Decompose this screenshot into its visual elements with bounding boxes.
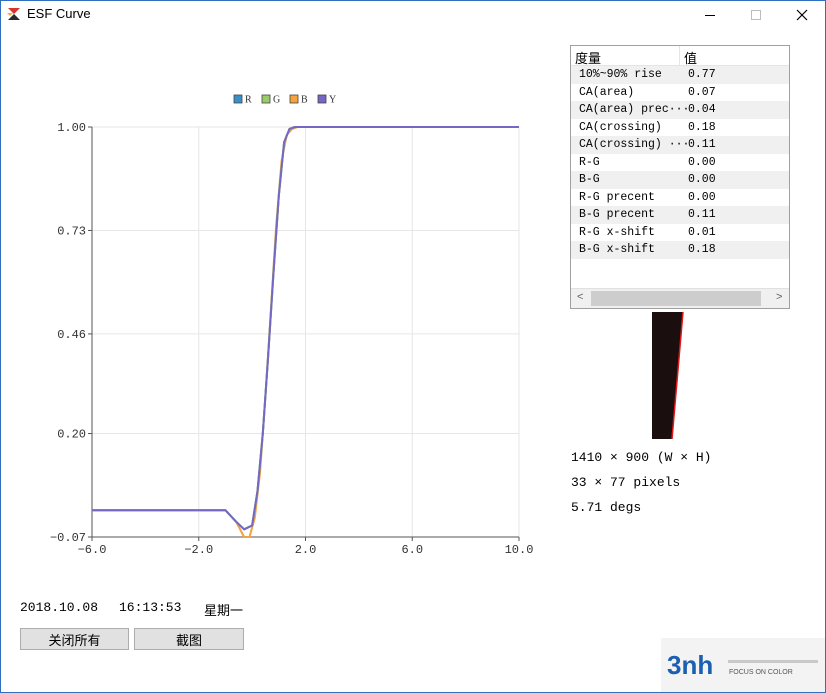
metric-name: B-G precent (579, 208, 655, 221)
edge-angle: 5.71 degs (571, 500, 642, 515)
brand-logo-icon: 3nh FOCUS ON COLOR (667, 650, 818, 680)
x-tick-label: −6.0 (78, 543, 107, 557)
edge-preview-image (652, 312, 688, 439)
metric-name: CA(area) prec··· (579, 103, 690, 116)
metric-name: B-G (579, 173, 600, 186)
roi-size: 33 × 77 pixels (571, 475, 681, 490)
metric-row[interactable]: R-G 0.00 (571, 154, 789, 172)
x-tick-label: 2.0 (295, 543, 317, 557)
svg-text:3nh: 3nh (667, 650, 713, 680)
scroll-right-arrow-icon[interactable]: > (776, 291, 782, 303)
metric-row[interactable]: CA(crossing) ··· 0.11 (571, 136, 789, 154)
metric-name: CA(area) (579, 85, 635, 99)
metric-value: 0.01 (688, 225, 716, 239)
metric-value: 0.00 (688, 190, 716, 204)
esf-curve-window: ESF Curve −6.0 −2.0 2.0 6.0 10.0 1.00 0.73 0.46… (0, 0, 826, 693)
y-tick-label: 0.73 (57, 224, 86, 238)
legend-label-b: B (301, 95, 308, 106)
y-tick-label: 1.00 (57, 121, 86, 135)
legend-label-g: G (273, 95, 280, 106)
metric-name: R-G x-shift (579, 225, 655, 239)
metric-value: 0.00 (688, 155, 716, 169)
app-logo-icon (7, 8, 20, 20)
metric-name: CA(crossing) ··· (579, 138, 690, 151)
metric-name: B-G x-shift (579, 243, 655, 256)
metrics-header: 度量 值 (571, 46, 789, 66)
metric-value: 0.18 (688, 120, 716, 134)
metric-name-header: 度量 (575, 51, 602, 66)
legend-swatch-b (289, 94, 299, 104)
metric-row[interactable]: CA(area) prec··· 0.04 (571, 101, 789, 119)
y-tick-label: 0.20 (57, 428, 86, 442)
metric-row[interactable]: B-G x-shift 0.18 (571, 241, 789, 259)
scrollbar-thumb[interactable] (591, 291, 761, 306)
legend-label-r: R (245, 95, 252, 106)
metric-value: 0.07 (688, 85, 716, 99)
status-time: 16:13:53 (119, 600, 182, 615)
metric-name: R-G (579, 155, 600, 169)
chart-legend[interactable]: RGBY (233, 94, 336, 106)
metric-row[interactable]: CA(area) 0.07 (571, 84, 789, 102)
y-tick-label: 0.46 (57, 328, 86, 342)
metric-row[interactable]: B-G 0.00 (571, 171, 789, 189)
x-tick-label: −2.0 (184, 543, 213, 557)
legend-label-y: Y (329, 95, 336, 106)
image-resolution: 1410 × 900 (W × H) (571, 450, 712, 465)
metric-value-header: 值 (684, 51, 698, 66)
3nh-logo: 3nh FOCUS ON COLOR (661, 638, 825, 692)
metric-value: 0.04 (688, 103, 716, 116)
maximize-icon (751, 10, 761, 20)
header-divider (679, 46, 680, 65)
legend-swatch-g (261, 94, 271, 104)
metric-name: CA(crossing) (579, 120, 662, 134)
metric-name: R-G precent (579, 190, 655, 204)
metric-value: 0.18 (688, 243, 716, 256)
screenshot-button[interactable]: 截图 (134, 628, 244, 650)
minimize-button[interactable] (687, 1, 733, 29)
maximize-button[interactable] (733, 1, 779, 29)
x-tick-label: 10.0 (505, 543, 534, 557)
metric-value: 0.00 (688, 173, 716, 186)
x-tick-label: 6.0 (401, 543, 423, 557)
status-date: 2018.10.08 (20, 600, 99, 615)
metric-value: 0.11 (688, 208, 716, 221)
metric-name: 10%~90% rise (579, 68, 662, 81)
title-bar[interactable]: ESF Curve (1, 1, 825, 29)
window-title: ESF Curve (27, 6, 91, 21)
metric-value: 0.11 (688, 138, 716, 151)
horizontal-scrollbar[interactable]: < > (571, 288, 789, 308)
legend-swatch-r (233, 94, 243, 104)
chart-grid (91, 126, 520, 538)
metric-row[interactable]: 10%~90% rise 0.77 (571, 66, 789, 84)
close-all-button[interactable]: 关闭所有 (20, 628, 129, 650)
scroll-left-arrow-icon[interactable]: < (577, 291, 583, 303)
minimize-icon (705, 15, 715, 16)
y-tick-label: −0.07 (50, 531, 86, 545)
close-button[interactable] (779, 1, 825, 29)
metric-row[interactable]: B-G precent 0.11 (571, 206, 789, 224)
close-icon (796, 9, 808, 21)
metrics-table[interactable]: 度量 值 10%~90% rise 0.77 CA(area) 0.07 CA(area… (570, 45, 790, 309)
esf-chart: −6.0 −2.0 2.0 6.0 10.01.000.730.460.20−0.07 … (50, 94, 534, 558)
status-weekday: 星期一 (204, 603, 244, 618)
metric-row[interactable]: R-G precent 0.00 (571, 189, 789, 207)
metric-value: 0.77 (688, 68, 716, 81)
legend-swatch-y (317, 94, 327, 104)
svg-text:FOCUS ON COLOR: FOCUS ON COLOR (729, 669, 793, 676)
metric-row[interactable]: CA(crossing) 0.18 (571, 119, 789, 137)
metric-row[interactable]: R-G x-shift 0.01 (571, 224, 789, 242)
